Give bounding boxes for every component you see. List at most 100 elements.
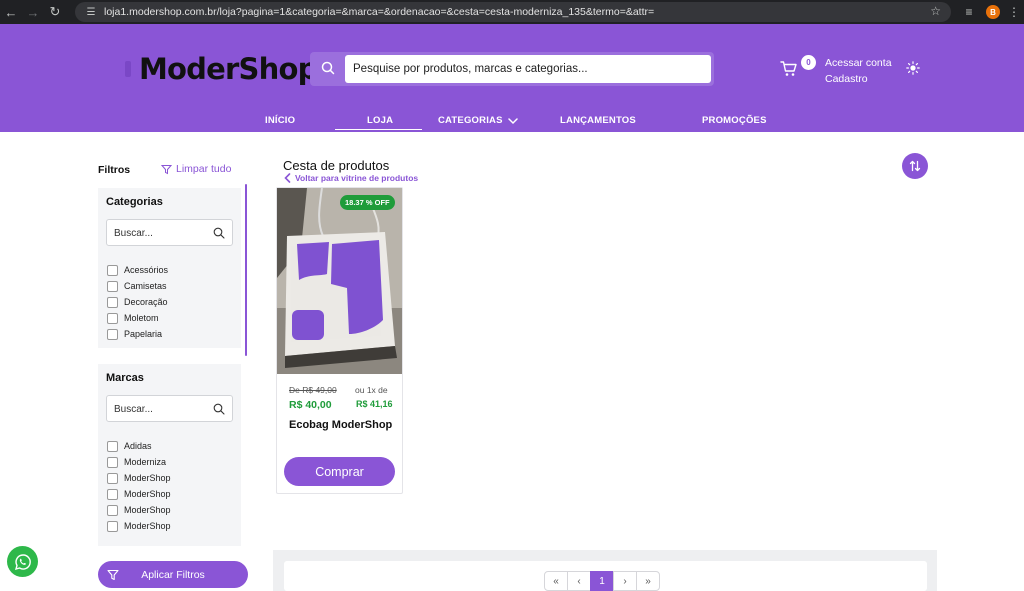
page-number-button[interactable]: 1 [590,571,614,591]
filter-clear-icon [161,164,172,174]
categories-search-input[interactable] [114,226,209,240]
address-bar[interactable]: ☰ loja1.modershop.com.br/loja?pagina=1&c… [75,2,951,22]
star-icon[interactable]: ☆ [930,4,941,18]
brand-option[interactable]: ModerShop [107,486,171,502]
login-link[interactable]: Acessar conta [825,55,892,71]
nav-item-promocoes[interactable]: PROMOÇÕES [702,115,767,126]
category-option[interactable]: Acessórios [107,262,168,278]
first-page-button[interactable]: « [544,571,568,591]
site-info-icon[interactable]: ☰ [84,5,98,19]
search-icon[interactable] [320,60,336,76]
page-title: Cesta de produtos [283,158,390,173]
main-nav: INÍCIO LOJA CATEGORIAS LANÇAMENTOS PROMO… [0,112,1024,132]
checkbox[interactable] [107,280,118,292]
search-icon[interactable] [213,403,225,415]
category-label: Acessórios [124,265,169,275]
checkbox[interactable] [107,328,118,340]
account-links: Acessar conta Cadastro [825,55,892,87]
brand-option[interactable]: ModerShop [107,518,171,534]
signup-link[interactable]: Cadastro [825,71,892,87]
search-icon[interactable] [213,227,225,239]
checkbox[interactable] [107,440,118,452]
brand-option[interactable]: Adidas [107,438,171,454]
discount-badge: 18.37 % OFF [340,195,395,210]
brands-panel: Marcas Adidas Moderniza ModerShop ModerS… [98,364,241,546]
clear-filters-label: Limpar tudo [176,163,232,175]
categories-search [106,219,233,246]
checkbox[interactable] [107,296,118,308]
checkbox[interactable] [107,456,118,468]
checkbox[interactable] [107,504,118,516]
media-icon[interactable]: ≡ [960,0,978,24]
forward-icon[interactable]: → [22,0,44,24]
search-input[interactable] [345,55,711,83]
nav-item-inicio[interactable]: INÍCIO [265,115,295,126]
buy-button[interactable]: Comprar [284,457,395,486]
categories-list: Acessórios Camisetas Decoração Moletom P… [107,262,168,342]
sort-button[interactable] [902,153,928,179]
brands-list: Adidas Moderniza ModerShop ModerShop Mod… [107,438,171,534]
next-page-button[interactable]: › [613,571,637,591]
product-image[interactable] [277,188,402,374]
whatsapp-glyph-icon [14,553,31,570]
cart-count-badge: 0 [801,55,816,70]
prev-page-button[interactable]: ‹ [567,571,591,591]
checkbox[interactable] [107,488,118,500]
apply-filters-label: Aplicar Filtros [141,568,205,581]
current-price: R$ 40,00 [289,399,332,411]
categories-panel: Categorias Acessórios Camisetas Decoraçã… [98,188,241,348]
last-page-button[interactable]: » [636,571,660,591]
checkbox[interactable] [107,472,118,484]
brand-option[interactable]: Moderniza [107,454,171,470]
product-card[interactable]: De R$ 49,00 ou 1x de R$ 40,00 R$ 41,16 E… [276,187,403,494]
logo-text: ModerShop [139,52,318,86]
sidebar-scrollbar[interactable] [245,184,247,356]
search-bar [310,52,714,86]
category-option[interactable]: Papelaria [107,326,168,342]
brand-label: ModerShop [124,505,171,515]
brand-option[interactable]: ModerShop [107,502,171,518]
nav-active-indicator [335,129,422,130]
url-text: loja1.modershop.com.br/loja?pagina=1&cat… [104,6,655,18]
clear-filters-button[interactable]: Limpar tudo [161,163,231,175]
category-option[interactable]: Decoração [107,294,168,310]
category-label: Moletom [124,313,159,323]
cart-icon[interactable] [780,60,798,78]
theme-toggle-sun-icon[interactable] [906,61,920,75]
back-icon[interactable]: ← [0,0,22,24]
brand-option[interactable]: ModerShop [107,470,171,486]
checkbox[interactable] [107,264,118,276]
product-name[interactable]: Ecobag ModerShop [289,419,392,431]
brand-label: ModerShop [124,489,171,499]
back-to-showcase-link[interactable]: Voltar para vitrine de produtos [284,173,418,183]
brand-label: Moderniza [124,457,167,467]
category-option[interactable]: Moletom [107,310,168,326]
apply-filters-button[interactable]: Aplicar Filtros [98,561,248,588]
categories-title: Categorias [106,196,163,208]
site-header: ModerShop 0 Acessar conta Cadastro INÍCI… [0,24,1024,132]
logo-mark [125,61,131,77]
avatar[interactable]: B [986,5,1000,19]
whatsapp-icon[interactable] [7,546,38,577]
category-label: Camisetas [124,281,167,291]
menu-icon[interactable]: ⋮ [1008,0,1020,24]
category-label: Papelaria [124,329,163,339]
checkbox[interactable] [107,312,118,324]
sort-icon [909,160,921,172]
chevron-left-icon [284,173,291,183]
reload-icon[interactable]: ↻ [44,0,66,24]
pagination: « ‹ 1 › » [544,571,660,591]
browser-toolbar: ← → ↻ ☰ loja1.modershop.com.br/loja?pagi… [0,0,1024,24]
brands-title: Marcas [106,372,144,384]
old-price: De R$ 49,00 [289,385,337,395]
nav-item-lancamentos[interactable]: LANÇAMENTOS [560,115,636,126]
category-option[interactable]: Camisetas [107,278,168,294]
checkbox[interactable] [107,520,118,532]
nav-item-loja[interactable]: LOJA [367,115,393,126]
brands-search-input[interactable] [114,402,209,416]
logo[interactable]: ModerShop [125,52,318,86]
brands-search [106,395,233,422]
filter-icon [107,569,119,581]
category-label: Decoração [124,297,168,307]
nav-item-categorias[interactable]: CATEGORIAS [438,115,518,126]
